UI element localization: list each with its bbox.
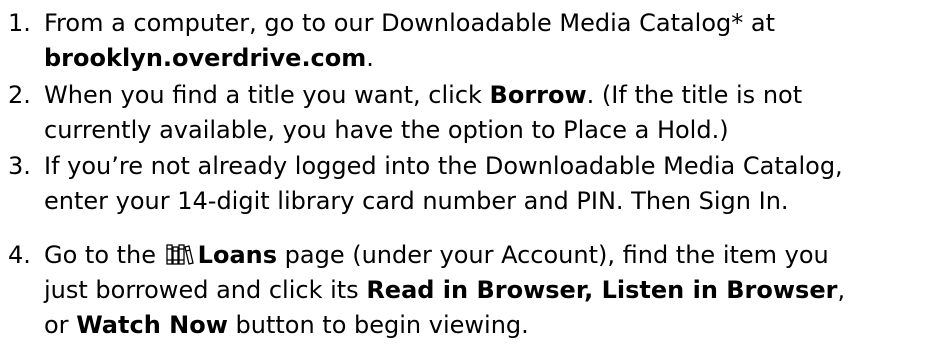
watch-now-label: Watch Now: [76, 311, 228, 339]
step-line: just borrowed and click its Read in Brow…: [44, 271, 845, 309]
step-text: From a computer, go to our Downloadable …: [44, 9, 776, 37]
step-text: currently available, you have the option…: [44, 116, 729, 144]
bookshelf-icon: [166, 244, 194, 265]
step-text: page (under your Account), find the item…: [277, 241, 829, 269]
step-text: When you find a title you want, click: [44, 81, 490, 109]
step-text: just borrowed and click its: [44, 276, 367, 304]
step-line: brooklyn.overdrive.com.: [44, 39, 374, 77]
catalog-url: brooklyn.overdrive.com: [44, 44, 367, 72]
read-listen-label: Read in Browser, Listen in Browser: [366, 276, 838, 304]
step-text: Go to the: [44, 241, 164, 269]
borrow-label: Borrow: [489, 81, 587, 109]
loans-label: Loans: [197, 241, 278, 269]
step-line: When you find a title you want, click Bo…: [44, 76, 802, 114]
step-number: 2.: [8, 81, 31, 109]
step-line: If you’re not already logged into the Do…: [44, 147, 843, 185]
step-text: enter your 14-digit library card number …: [44, 187, 789, 215]
step-line: Go to the Loans page (under your Account…: [44, 236, 829, 274]
step-number: 4.: [8, 241, 31, 269]
step-text: button to begin viewing.: [227, 311, 529, 339]
step-text: If you’re not already logged into the Do…: [44, 152, 843, 180]
step-text: .: [366, 44, 374, 72]
step-line: currently available, you have the option…: [44, 111, 729, 149]
step-line: or Watch Now button to begin viewing.: [44, 306, 529, 344]
step-line: enter your 14-digit library card number …: [44, 182, 789, 220]
step-number: 3.: [8, 152, 31, 180]
step-number: 1.: [8, 9, 31, 37]
step-text: . (If the title is not: [586, 81, 803, 109]
step-text: ,: [837, 276, 846, 304]
step-line: From a computer, go to our Downloadable …: [44, 4, 775, 42]
step-text: or: [44, 311, 77, 339]
instructions-document: 1. From a computer, go to our Downloadab…: [0, 0, 950, 352]
